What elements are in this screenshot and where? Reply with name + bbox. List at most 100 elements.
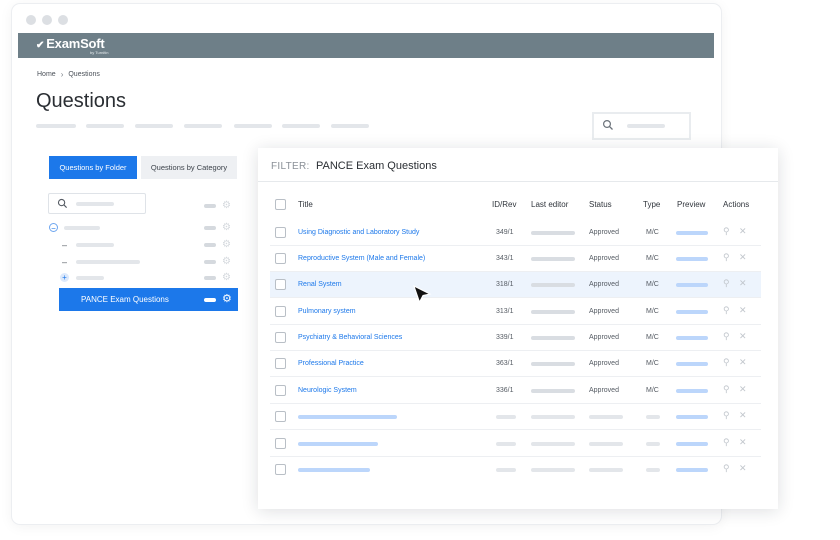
- table-row[interactable]: Reproductive System (Male and Female) 34…: [270, 246, 761, 272]
- row-checkbox[interactable]: [275, 438, 286, 449]
- column-header-id-rev[interactable]: ID/Rev: [492, 200, 516, 209]
- page-title: Questions: [36, 90, 127, 112]
- question-title-link[interactable]: Professional Practice: [298, 360, 364, 367]
- question-title-link[interactable]: Using Diagnostic and Laboratory Study: [298, 229, 419, 236]
- window-maximize-dot[interactable]: [58, 15, 68, 25]
- magnifier-icon[interactable]: ⚲: [723, 358, 730, 367]
- folder-menu-pill[interactable]: [204, 260, 216, 264]
- window-minimize-dot[interactable]: [42, 15, 52, 25]
- table-row-placeholder[interactable]: ⚲ ✕: [270, 431, 761, 457]
- magnifier-icon[interactable]: ⚲: [723, 227, 730, 236]
- close-icon[interactable]: ✕: [739, 227, 747, 236]
- magnifier-icon[interactable]: ⚲: [723, 279, 730, 288]
- folder-menu-pill[interactable]: [204, 276, 216, 280]
- column-header-type[interactable]: Type: [643, 200, 660, 209]
- preview-link[interactable]: [676, 336, 708, 340]
- folder-tree-item-selected[interactable]: PANCE Exam Questions ⚙: [59, 288, 238, 311]
- folder-menu-pill[interactable]: [204, 204, 216, 208]
- close-icon[interactable]: ✕: [739, 279, 747, 288]
- table-row[interactable]: Using Diagnostic and Laboratory Study 34…: [270, 220, 761, 246]
- row-checkbox[interactable]: [275, 279, 286, 290]
- row-checkbox[interactable]: [275, 253, 286, 264]
- folder-tree-item[interactable]: – ⚙: [38, 256, 248, 268]
- subnav-placeholder[interactable]: [282, 124, 320, 128]
- close-icon[interactable]: ✕: [739, 358, 747, 367]
- preview-link[interactable]: [676, 257, 708, 261]
- question-title-link[interactable]: Neurologic System: [298, 387, 357, 394]
- preview-link[interactable]: [676, 310, 708, 314]
- preview-link[interactable]: [676, 389, 708, 393]
- gear-icon[interactable]: ⚙: [222, 201, 231, 211]
- table-row[interactable]: Pulmonary system 313/1 Approved M/C ⚲ ✕: [270, 299, 761, 325]
- tab-questions-by-category[interactable]: Questions by Category: [141, 156, 237, 179]
- folder-tree-item[interactable]: – ⚙: [38, 239, 248, 251]
- expand-icon[interactable]: +: [60, 273, 69, 282]
- folder-tree-item[interactable]: + ⚙: [38, 272, 248, 284]
- subnav-placeholder[interactable]: [36, 124, 76, 128]
- magnifier-icon[interactable]: ⚲: [723, 306, 730, 315]
- folder-tree-item[interactable]: − ⚙: [38, 222, 248, 234]
- magnifier-icon[interactable]: ⚲: [723, 411, 730, 420]
- global-search-input[interactable]: [592, 112, 691, 140]
- gear-icon[interactable]: ⚙: [222, 240, 231, 250]
- folder-menu-pill[interactable]: [204, 226, 216, 230]
- close-icon[interactable]: ✕: [739, 411, 747, 420]
- magnifier-icon[interactable]: ⚲: [723, 438, 730, 447]
- table-row[interactable]: Neurologic System 336/1 Approved M/C ⚲ ✕: [270, 378, 761, 404]
- table-row-hovered[interactable]: Renal System 318/1 Approved M/C ⚲ ✕: [270, 272, 761, 298]
- subnav-placeholder[interactable]: [184, 124, 222, 128]
- subnav-placeholder[interactable]: [234, 124, 272, 128]
- gear-icon[interactable]: ⚙: [222, 223, 231, 233]
- preview-link[interactable]: [676, 283, 708, 287]
- magnifier-icon[interactable]: ⚲: [723, 253, 730, 262]
- row-checkbox[interactable]: [275, 306, 286, 317]
- folder-menu-pill[interactable]: [204, 243, 216, 247]
- breadcrumb-home[interactable]: Home: [37, 71, 56, 78]
- preview-link[interactable]: [676, 362, 708, 366]
- row-checkbox[interactable]: [275, 464, 286, 475]
- row-checkbox[interactable]: [275, 411, 286, 422]
- folder-name-placeholder: [76, 260, 140, 264]
- preview-link[interactable]: [676, 415, 708, 419]
- close-icon[interactable]: ✕: [739, 306, 747, 315]
- window-close-dot[interactable]: [26, 15, 36, 25]
- magnifier-icon[interactable]: ⚲: [723, 464, 730, 473]
- table-row[interactable]: Psychiatry & Behavioral Sciences 339/1 A…: [270, 325, 761, 351]
- subnav-placeholder[interactable]: [135, 124, 173, 128]
- magnifier-icon[interactable]: ⚲: [723, 385, 730, 394]
- question-title-link[interactable]: Pulmonary system: [298, 308, 356, 315]
- examsoft-logo[interactable]: ✔ ExamSoft: [36, 36, 105, 51]
- row-checkbox[interactable]: [275, 227, 286, 238]
- row-checkbox[interactable]: [275, 358, 286, 369]
- subnav-placeholder[interactable]: [86, 124, 124, 128]
- folder-search-input[interactable]: [48, 193, 146, 214]
- gear-icon[interactable]: ⚙: [222, 273, 231, 283]
- magnifier-icon[interactable]: ⚲: [723, 332, 730, 341]
- question-title-link[interactable]: Psychiatry & Behavioral Sciences: [298, 334, 402, 341]
- column-header-status[interactable]: Status: [589, 200, 612, 209]
- preview-link[interactable]: [676, 442, 708, 446]
- collapse-icon[interactable]: −: [49, 223, 58, 233]
- row-checkbox[interactable]: [275, 332, 286, 343]
- subnav-placeholder[interactable]: [331, 124, 369, 128]
- close-icon[interactable]: ✕: [739, 385, 747, 394]
- close-icon[interactable]: ✕: [739, 438, 747, 447]
- preview-link[interactable]: [676, 231, 708, 235]
- column-header-last-editor[interactable]: Last editor: [531, 200, 568, 209]
- table-row[interactable]: Professional Practice 363/1 Approved M/C…: [270, 351, 761, 377]
- question-title-link[interactable]: Renal System: [298, 281, 342, 288]
- table-row-placeholder[interactable]: ⚲ ✕: [270, 404, 761, 430]
- question-title-link[interactable]: Reproductive System (Male and Female): [298, 255, 425, 262]
- tab-questions-by-folder[interactable]: Questions by Folder: [49, 156, 137, 179]
- close-icon[interactable]: ✕: [739, 464, 747, 473]
- folder-menu-pill[interactable]: [204, 298, 216, 302]
- gear-icon[interactable]: ⚙: [222, 257, 231, 267]
- close-icon[interactable]: ✕: [739, 253, 747, 262]
- close-icon[interactable]: ✕: [739, 332, 747, 341]
- gear-icon[interactable]: ⚙: [222, 294, 232, 305]
- row-checkbox[interactable]: [275, 385, 286, 396]
- select-all-checkbox[interactable]: [275, 199, 286, 210]
- preview-link[interactable]: [676, 468, 708, 472]
- column-header-title[interactable]: Title: [298, 200, 313, 209]
- table-row-placeholder[interactable]: ⚲ ✕: [270, 457, 761, 483]
